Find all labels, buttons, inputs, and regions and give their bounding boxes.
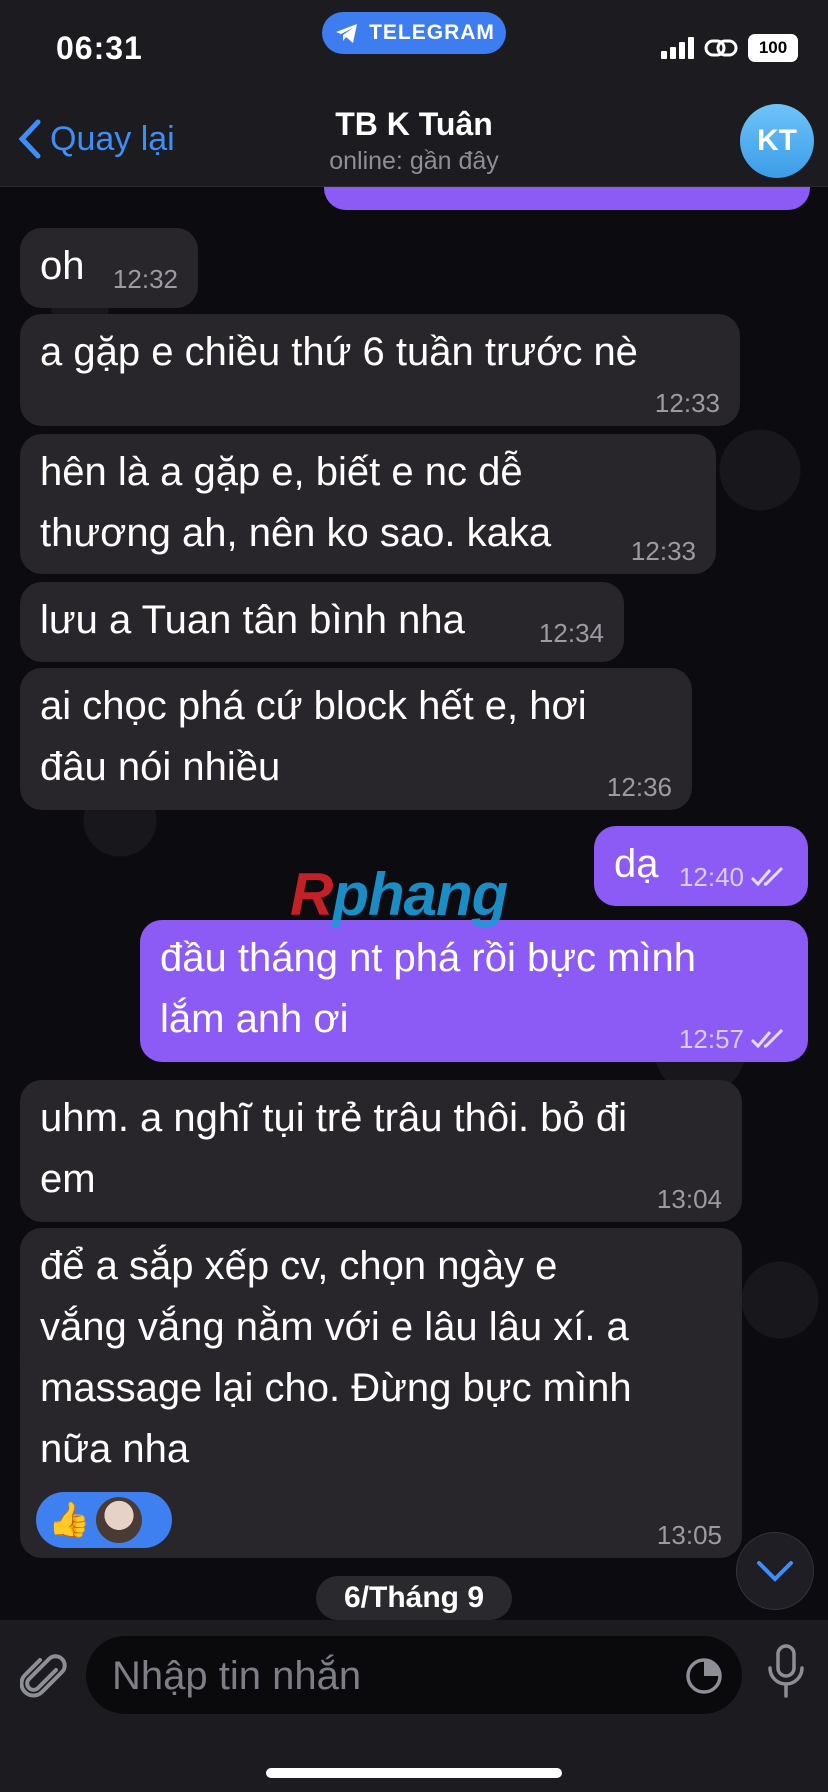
message-text: a gặp e chiều thứ 6 tuần trước nè (40, 330, 638, 374)
date-separator: 6/Tháng 9 (316, 1576, 512, 1620)
status-bar: 06:31 TELEGRAM 100 (0, 0, 828, 96)
message-time: 13:04 (656, 1184, 722, 1214)
message-time: 12:32 (112, 264, 178, 294)
message-bubble[interactable]: đầu tháng nt phá rồi bực mình lắm anh ơi… (140, 920, 808, 1062)
reaction-chip[interactable]: 👍 (36, 1492, 172, 1548)
home-indicator (266, 1768, 562, 1778)
input-bar (0, 1620, 828, 1792)
message-time: 12:36 (606, 772, 672, 802)
scroll-down-button[interactable] (736, 1532, 814, 1610)
message-bubble[interactable]: ai chọc phá cứ block hết e, hơi đâu nói … (20, 668, 692, 810)
message-input[interactable] (110, 1636, 674, 1716)
message-bubble[interactable]: hên là a gặp e, biết e nc dễ thương ah, … (20, 434, 716, 574)
link-icon (704, 39, 738, 57)
battery-icon: 100 (748, 34, 798, 62)
telegram-pill[interactable]: TELEGRAM (322, 12, 506, 54)
message-bubble[interactable]: để a sắp xếp cv, chọn ngày e vắng vắng n… (20, 1228, 742, 1558)
message-time: 12:33 (630, 536, 696, 566)
chat-status: online: gần đây (329, 147, 499, 175)
watermark-logo: Rphang (290, 861, 508, 928)
clock: 06:31 (56, 30, 143, 66)
telegram-pill-label: TELEGRAM (369, 21, 495, 44)
message-bubble[interactable]: a gặp e chiều thứ 6 tuần trước nè 12:33 (20, 314, 740, 426)
message-input-field[interactable] (86, 1636, 742, 1716)
message-bubble[interactable]: oh 12:32 (20, 228, 198, 308)
microphone-icon[interactable] (766, 1642, 806, 1702)
thumbs-up-icon: 👍 (48, 1501, 91, 1539)
message-text: hên là a gặp e, biết e nc dễ thương ah, … (40, 450, 552, 555)
avatar[interactable]: KT (740, 104, 814, 178)
message-text: ai chọc phá cứ block hết e, hơi đâu nói … (40, 684, 587, 789)
chat-title-block[interactable]: TB K Tuân online: gần đây (0, 106, 828, 176)
message-bubble[interactable]: uhm. a nghĩ tụi trẻ trâu thôi. bỏ đi em … (20, 1080, 742, 1222)
message-time: 12:33 (654, 388, 720, 418)
status-icons: 100 (661, 34, 798, 62)
read-ticks-icon (750, 866, 784, 887)
message-bubble[interactable]: lưu a Tuan tân bình nha 12:34 (20, 582, 624, 662)
message-time: 13:05 (656, 1520, 722, 1550)
chat-header: Quay lại TB K Tuân online: gần đây KT (0, 96, 828, 187)
message-bubble[interactable]: dạ 12:40 (594, 826, 808, 906)
message-time: 12:57 (679, 1024, 788, 1054)
sticker-icon[interactable] (684, 1656, 724, 1696)
reactor-avatar (96, 1497, 143, 1543)
read-ticks-icon (750, 1028, 784, 1049)
chevron-down-icon (757, 1561, 793, 1582)
message-time: 12:34 (538, 618, 604, 648)
message-text: để a sắp xếp cv, chọn ngày e vắng vắng n… (40, 1244, 632, 1471)
message-text: lưu a Tuan tân bình nha (40, 598, 465, 642)
chat-title: TB K Tuân (335, 106, 493, 142)
message-text: uhm. a nghĩ tụi trẻ trâu thôi. bỏ đi em (40, 1096, 628, 1201)
telegram-icon (336, 24, 358, 43)
message-time: 12:40 (679, 862, 788, 892)
paperclip-icon[interactable] (20, 1650, 68, 1706)
signal-icon (661, 37, 694, 59)
